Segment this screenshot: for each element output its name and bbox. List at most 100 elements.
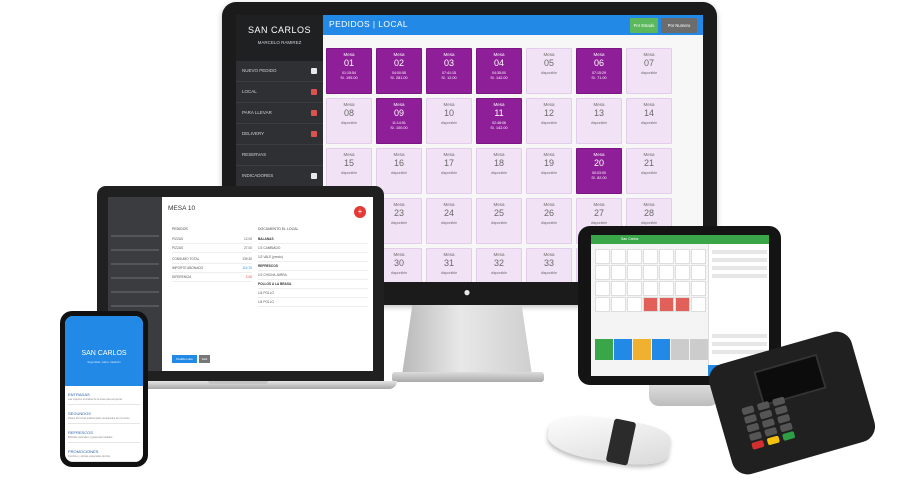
laptop-menu-item[interactable] (111, 263, 159, 265)
product-tile[interactable] (627, 265, 642, 280)
table-card[interactable]: Mesa 14 disponible (626, 98, 672, 144)
table-card[interactable]: Mesa 16 disponible (376, 148, 422, 194)
table-card[interactable]: Mesa 12 disponible (526, 98, 572, 144)
product-tile[interactable] (691, 297, 706, 312)
table-status: disponible (640, 71, 658, 75)
product-tile[interactable] (659, 297, 674, 312)
product-row[interactable]: 1/4 POLLO (258, 298, 368, 307)
monitor-stand (402, 305, 532, 375)
product-tile[interactable] (659, 281, 674, 296)
add-icon[interactable]: + (354, 206, 366, 218)
product-tile[interactable] (611, 265, 626, 280)
filter-by-number-button[interactable]: Por Numero (661, 18, 697, 33)
table-card[interactable]: Mesa 10 disponible (426, 98, 472, 144)
table-card[interactable]: Mesa 18 disponible (476, 148, 522, 194)
table-card[interactable]: Mesa 24 disponible (426, 198, 472, 244)
category-tile[interactable] (633, 339, 651, 360)
table-card[interactable]: Mesa 13 disponible (576, 98, 622, 144)
table-num: 03 (443, 58, 454, 68)
summary-row: DIFERENCIA 2.00 (172, 273, 252, 282)
laptop-menu-item[interactable] (111, 291, 159, 293)
table-card[interactable]: Mesa 26 disponible (526, 198, 572, 244)
table-card[interactable]: Mesa 17 disponible (426, 148, 472, 194)
table-card[interactable]: Mesa 05 disponible (526, 48, 572, 94)
table-card[interactable]: Mesa 01 01:15:54 S/. 195.00 (326, 48, 372, 94)
table-label: Mesa (493, 52, 505, 57)
table-card[interactable]: Mesa 04 04:35:00 S/. 142.00 (476, 48, 522, 94)
product-tile[interactable] (595, 249, 610, 264)
product-tile[interactable] (659, 249, 674, 264)
table-card[interactable]: Mesa 33 disponible (526, 248, 572, 282)
sidebar-item[interactable]: LOCAL (236, 82, 323, 103)
menu-section[interactable]: REFRESCOS Bebidas naturales y gaseosas he… (68, 430, 140, 443)
product-tile[interactable] (611, 297, 626, 312)
order-ready-button[interactable]: Pedido Listo (172, 355, 197, 363)
menu-section-desc: Platos de fondo tradicionales preparados… (68, 417, 140, 424)
product-tile[interactable] (611, 281, 626, 296)
product-tile[interactable] (643, 265, 658, 280)
category-tile[interactable] (595, 339, 613, 360)
laptop-menu-item[interactable] (111, 305, 159, 307)
sidebar-item[interactable]: NUEVO PEDIDO (236, 61, 323, 82)
category-tile[interactable] (614, 339, 632, 360)
product-tile[interactable] (691, 265, 706, 280)
sidebar-item[interactable]: INDICADORES (236, 166, 323, 187)
filter-by-status-button[interactable]: Por Estado (630, 18, 658, 33)
product-tile[interactable] (595, 297, 610, 312)
table-card[interactable]: Mesa 07 disponible (626, 48, 672, 94)
table-label: Mesa (443, 152, 455, 157)
table-status: 00:03:00 (592, 171, 606, 175)
laptop-menu-item[interactable] (111, 249, 159, 251)
table-card[interactable]: Mesa 25 disponible (476, 198, 522, 244)
product-tile[interactable] (643, 297, 658, 312)
table-card[interactable]: Mesa 11 02:48:06 S/. 142.00 (476, 98, 522, 144)
product-row[interactable]: 1/2 CHICHA JARRA (258, 271, 368, 280)
sidebar-item[interactable]: PARA LLEVAR (236, 103, 323, 124)
table-label: Mesa (493, 102, 505, 107)
table-card[interactable]: Mesa 32 disponible (476, 248, 522, 282)
product-tile[interactable] (643, 281, 658, 296)
sidebar-item[interactable]: DELIVERY (236, 124, 323, 145)
exit-button[interactable]: Salir (199, 355, 210, 363)
table-card[interactable]: Mesa 31 disponible (426, 248, 472, 282)
table-card[interactable]: Mesa 03 07:41:15 S/. 12.00 (426, 48, 472, 94)
table-card[interactable]: Mesa 06 07:15:29 S/. 71.00 (576, 48, 622, 94)
table-amount: S/. 82.00 (591, 176, 607, 180)
category-tile[interactable] (652, 339, 670, 360)
menu-section[interactable]: SEGUNDOS Platos de fondo tradicionales pr… (68, 411, 140, 424)
table-card[interactable]: Mesa 08 disponible (326, 98, 372, 144)
product-tile[interactable] (643, 249, 658, 264)
product-tile[interactable] (611, 249, 626, 264)
phone-subtitle: Seguridad, sabor, tradición (87, 360, 121, 364)
product-tile[interactable] (691, 249, 706, 264)
product-tile[interactable] (627, 249, 642, 264)
product-tile[interactable] (691, 281, 706, 296)
menu-section[interactable]: ENTRADAS Las mejores entradas de la casa … (68, 392, 140, 405)
table-card[interactable]: Mesa 20 00:03:00 S/. 82.00 (576, 148, 622, 194)
table-card[interactable]: Mesa 09 11:14:51 S/. 100.00 (376, 98, 422, 144)
product-row[interactable]: 1/2 CAMBIADO (258, 244, 368, 253)
table-card[interactable]: Mesa 19 disponible (526, 148, 572, 194)
menu-section[interactable]: PROMOCIONES Combos y ofertas especiales d… (68, 449, 140, 462)
order-line[interactable]: PIZZAS 27.00 (172, 244, 252, 253)
product-tile[interactable] (659, 265, 674, 280)
product-tile[interactable] (627, 281, 642, 296)
product-tile[interactable] (675, 265, 690, 280)
laptop-menu-item[interactable] (111, 235, 159, 237)
product-tile[interactable] (595, 265, 610, 280)
sidebar-item[interactable]: RESERVAS (236, 145, 323, 166)
category-tile[interactable] (690, 339, 708, 360)
order-line[interactable]: PIZZAS 12.00 (172, 235, 252, 244)
product-tile[interactable] (675, 249, 690, 264)
product-row[interactable]: 1/4 POLLO (258, 289, 368, 298)
product-tile[interactable] (595, 281, 610, 296)
product-row[interactable]: 1/2 VALE (precio) (258, 253, 368, 262)
product-tile[interactable] (627, 297, 642, 312)
product-tile[interactable] (675, 281, 690, 296)
menu-section-title: REFRESCOS (68, 430, 93, 435)
laptop-menu-item[interactable] (111, 277, 159, 279)
product-tile[interactable] (675, 297, 690, 312)
table-card[interactable]: Mesa 02 04:00:55 S/. 281.00 (376, 48, 422, 94)
table-card[interactable]: Mesa 21 disponible (626, 148, 672, 194)
category-tile[interactable] (671, 339, 689, 360)
